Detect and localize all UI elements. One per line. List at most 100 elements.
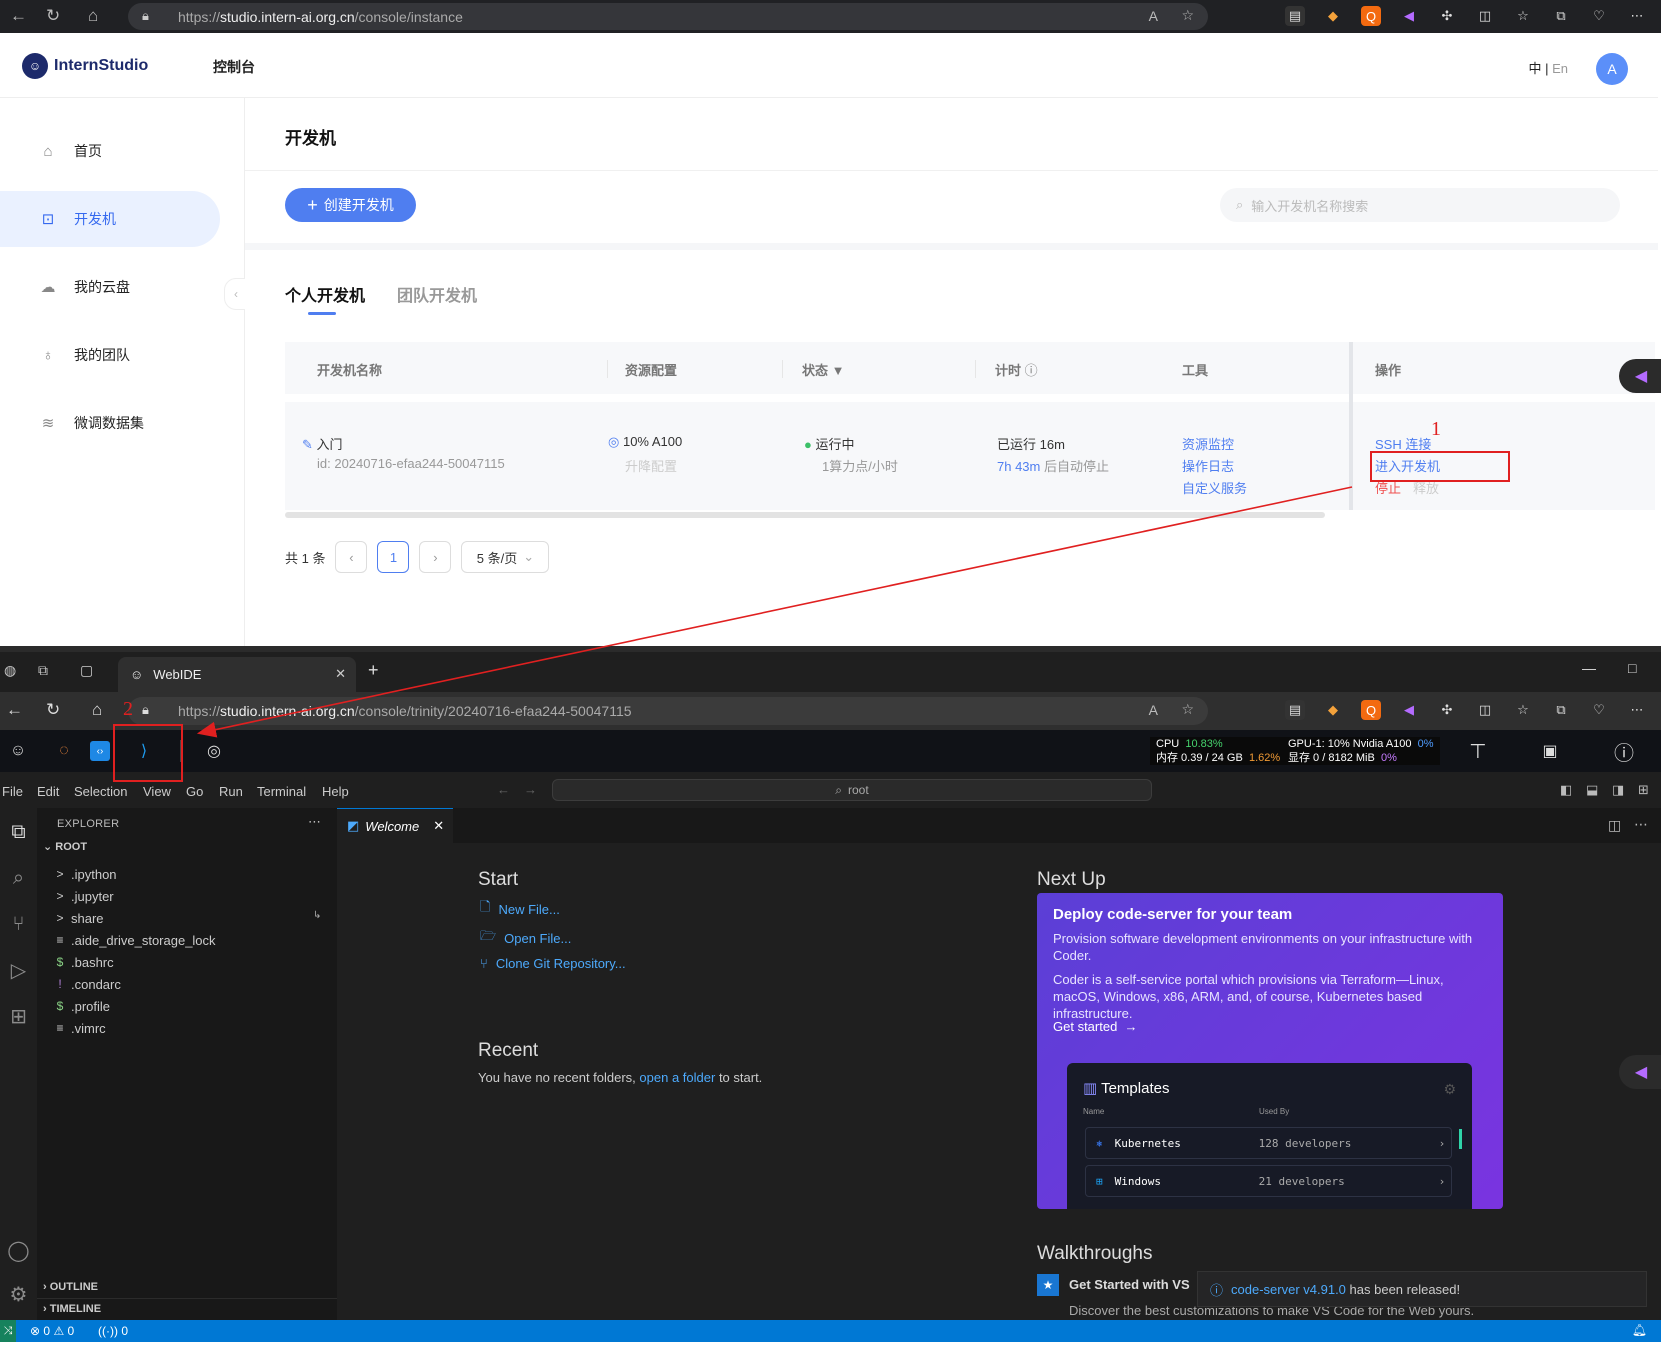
explorer-root[interactable]: ⌄ ROOT xyxy=(43,840,87,853)
collections-icon[interactable]: ⧉ xyxy=(1551,6,1571,26)
command-center[interactable]: ⌕ root xyxy=(552,779,1152,801)
get-started-link[interactable]: Get started → xyxy=(1053,1019,1138,1034)
more-icon[interactable]: ⋯ xyxy=(1627,6,1647,26)
read-aloud-icon[interactable]: A xyxy=(1149,8,1158,24)
fox-extension-icon[interactable]: ◆ xyxy=(1323,700,1343,720)
extension-icon[interactable]: ▤ xyxy=(1285,6,1305,26)
account-icon[interactable]: ◯ xyxy=(0,1230,37,1270)
sidebar-item-team[interactable]: ♁ 我的团队 xyxy=(0,327,220,383)
minimize-icon[interactable]: — xyxy=(1582,660,1596,676)
help-icon[interactable]: ⓘ xyxy=(1025,363,1038,378)
extensions-icon[interactable]: ⊞ xyxy=(0,996,37,1036)
file-tree-item[interactable]: > .jupyter xyxy=(55,886,113,906)
search-icon[interactable]: ⌕ xyxy=(0,858,37,898)
tab-actions-icon[interactable]: ▢ xyxy=(80,662,93,679)
search-input[interactable]: ⌕ 输入开发机名称搜索 xyxy=(1220,188,1620,222)
filter-icon[interactable]: ▼ xyxy=(832,363,845,378)
customize-layout-icon[interactable]: ⊞ xyxy=(1638,782,1649,798)
back-icon[interactable]: ← xyxy=(6,700,23,720)
coder-promo-card[interactable]: Deploy code-server for your team Provisi… xyxy=(1037,893,1503,1209)
more-icon[interactable]: ⋯ xyxy=(1627,700,1647,720)
logo[interactable]: ☺ InternStudio xyxy=(22,53,148,79)
search-extension-icon[interactable]: Q xyxy=(1361,700,1381,720)
menu-view[interactable]: View xyxy=(143,784,171,799)
new-tab-icon[interactable]: + xyxy=(368,660,379,681)
timeline-section[interactable]: › TIMELINE xyxy=(43,1303,101,1315)
open-file-link[interactable]: 🗁︎ Open File... xyxy=(480,927,571,949)
source-control-icon[interactable]: ⑂ xyxy=(0,904,37,944)
info-icon[interactable]: ⓘ xyxy=(1610,738,1638,765)
prev-page-button[interactable]: ‹ xyxy=(335,541,368,573)
file-tree-item[interactable]: > .ipython xyxy=(55,864,116,884)
column-header-status[interactable]: 状态 ▼ xyxy=(802,360,845,379)
release-link[interactable]: code-server v4.91.0 xyxy=(1231,1282,1346,1297)
compass-icon[interactable]: ◎ xyxy=(200,738,228,764)
jupyter-icon[interactable]: ◌ xyxy=(50,738,78,764)
split-screen-icon[interactable]: ◫ xyxy=(1475,700,1495,720)
notifications-bell-icon[interactable]: 🔔︎ xyxy=(1632,1323,1647,1337)
problems-status[interactable]: ⊗ 0 ⚠ 0 xyxy=(30,1324,74,1338)
floating-assistant-button[interactable]: ◀ xyxy=(1619,359,1661,393)
clone-repo-link[interactable]: ⑂ Clone Git Repository... xyxy=(480,956,626,971)
monitor-icon[interactable]: ▣ xyxy=(1536,738,1564,764)
manage-gear-icon[interactable]: ⚙ xyxy=(0,1274,37,1314)
toggle-sidebar-icon[interactable]: ◧ xyxy=(1560,782,1572,798)
split-screen-icon[interactable]: ◫ xyxy=(1475,6,1495,26)
file-tree-item[interactable]: > share xyxy=(55,908,103,928)
welcome-tab[interactable]: ◩ Welcome ✕ xyxy=(337,808,453,843)
favorites-icon[interactable]: ☆ xyxy=(1513,700,1533,720)
file-tree-item[interactable]: $ .bashrc xyxy=(55,952,114,972)
tab-team[interactable]: 团队开发机 xyxy=(397,282,477,306)
menu-selection[interactable]: Selection xyxy=(74,784,127,799)
remote-indicator-icon[interactable]: ⤨ xyxy=(0,1320,16,1342)
toggle-panel-icon[interactable]: ⬓ xyxy=(1586,782,1598,798)
sidebar-item-home[interactable]: ⌂ 首页 xyxy=(0,123,220,179)
favorites-icon[interactable]: ☆ xyxy=(1513,6,1533,26)
collections-icon[interactable]: ⧉ xyxy=(1551,700,1571,720)
favorite-star-icon[interactable]: ☆ xyxy=(1181,7,1194,24)
reload-icon[interactable]: ↻ xyxy=(46,6,60,26)
nav-console[interactable]: 控制台 xyxy=(213,57,255,77)
webide-tab[interactable]: ☺ WebIDE ✕ xyxy=(118,657,356,692)
resize-link[interactable]: 升降配置 xyxy=(625,456,677,475)
open-folder-link[interactable]: open a folder xyxy=(639,1070,715,1085)
home-icon[interactable]: ⌂ xyxy=(88,6,98,26)
menu-run[interactable]: Run xyxy=(219,784,243,799)
tool-custom-service[interactable]: 自定义服务 xyxy=(1182,478,1247,497)
menu-terminal[interactable]: Terminal xyxy=(257,784,306,799)
page-size-select[interactable]: 5 条/页 ⌄ xyxy=(461,541,550,573)
close-tab-icon[interactable]: ✕ xyxy=(433,818,444,834)
floating-assistant-button[interactable]: ◀ xyxy=(1619,1055,1661,1089)
new-file-link[interactable]: 🗋︎ New File... xyxy=(480,898,560,920)
puzzle-icon[interactable]: ✣ xyxy=(1437,700,1457,720)
profile-icon[interactable]: ◍ xyxy=(4,662,16,679)
tool-operation-log[interactable]: 操作日志 xyxy=(1182,456,1234,475)
sidebar-item-cloud[interactable]: ☁ 我的云盘 xyxy=(0,259,220,315)
tool-resource-monitor[interactable]: 资源监控 xyxy=(1182,434,1234,453)
outline-section[interactable]: › OUTLINE xyxy=(43,1281,98,1293)
reload-icon[interactable]: ↻ xyxy=(46,700,60,720)
read-aloud-icon[interactable]: A xyxy=(1149,702,1158,718)
back-icon[interactable]: ← xyxy=(10,6,27,26)
menu-file[interactable]: File xyxy=(2,784,23,799)
edit-icon[interactable]: ✎ xyxy=(302,437,313,452)
explorer-icon[interactable]: ⧉ xyxy=(0,812,37,852)
more-actions-icon[interactable]: ⋯ xyxy=(308,814,321,830)
favorite-star-icon[interactable]: ☆ xyxy=(1181,701,1194,718)
split-editor-icon[interactable]: ◫ xyxy=(1608,817,1621,834)
purple-extension-icon[interactable]: ◀ xyxy=(1399,6,1419,26)
lang-en[interactable]: En xyxy=(1552,61,1568,76)
close-tab-icon[interactable]: ✕ xyxy=(335,666,346,682)
file-tree-item[interactable]: ! .condarc xyxy=(55,974,121,994)
create-devmachine-button[interactable]: + 创建开发机 xyxy=(285,188,416,222)
sidebar-item-dataset[interactable]: ≋ 微调数据集 xyxy=(0,395,220,451)
puzzle-icon[interactable]: ✣ xyxy=(1437,6,1457,26)
health-icon[interactable]: ♡ xyxy=(1589,6,1609,26)
menu-help[interactable]: Help xyxy=(322,784,349,799)
code-editor-icon[interactable]: ‹› xyxy=(90,741,110,761)
avatar[interactable]: A xyxy=(1596,53,1628,85)
tab-personal[interactable]: 个人开发机 xyxy=(285,282,365,306)
purple-extension-icon[interactable]: ◀ xyxy=(1399,700,1419,720)
machine-name[interactable]: ✎ 入门 xyxy=(302,434,343,453)
run-debug-icon[interactable]: ▷ xyxy=(0,950,37,990)
